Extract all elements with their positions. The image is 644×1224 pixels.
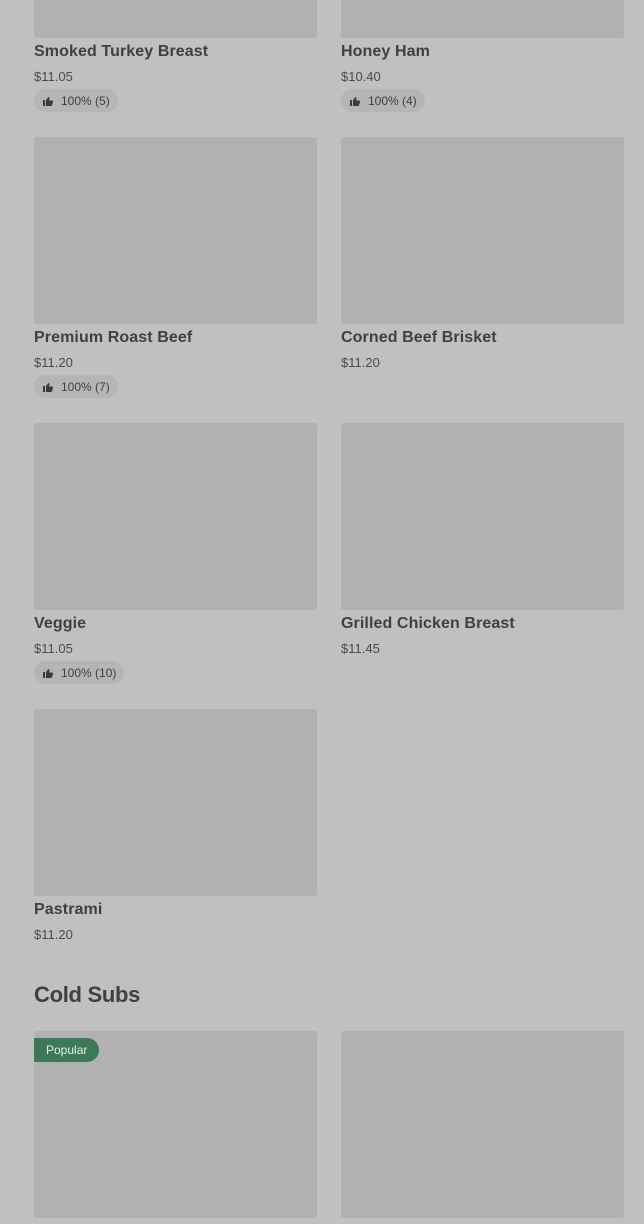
thumbs-up-icon <box>350 96 361 106</box>
menu-item-image[interactable] <box>341 1031 624 1218</box>
menu-item-name: Smoked Turkey Breast <box>34 43 209 60</box>
rating-text: 100% (7) <box>61 379 110 394</box>
menu-item-card[interactable] <box>341 1031 624 1224</box>
menu-item-price: $10.40 <box>341 69 381 84</box>
menu-item-price: $11.20 <box>34 355 73 370</box>
popular-badge: Popular <box>34 1038 100 1062</box>
menu-item-name: Premium Roast Beef <box>34 329 193 346</box>
rating-pill: 100% (10) <box>34 661 125 684</box>
menu-item-price: $11.20 <box>341 355 380 370</box>
menu-item-name: Veggie <box>34 615 87 632</box>
rating-text: 100% (10) <box>61 665 117 680</box>
thumbs-up-icon <box>43 96 54 106</box>
menu-item-image[interactable] <box>34 137 317 324</box>
rating-text: 100% (4) <box>368 93 417 108</box>
menu-item-card[interactable]: Smoked Turkey Breast $11.05 100% (5) <box>34 0 317 116</box>
menu-item-image[interactable] <box>341 423 624 610</box>
menu-item-card[interactable]: Corned Beef Brisket $11.20 <box>341 137 624 377</box>
menu-item-image[interactable] <box>341 0 624 38</box>
rating-text: 100% (5) <box>61 93 110 108</box>
menu-item-price: $11.20 <box>34 927 73 942</box>
menu-item-card[interactable]: Veggie $11.05 100% (10) <box>34 423 317 688</box>
menu-item-price: $11.45 <box>341 641 380 656</box>
menu-item-price: $11.05 <box>34 69 73 84</box>
menu-item-image[interactable] <box>341 137 624 324</box>
thumbs-up-icon <box>43 382 54 392</box>
menu-item-name: Grilled Chicken Breast <box>341 615 515 632</box>
menu-item-image[interactable] <box>34 423 317 610</box>
thumbs-up-icon <box>43 668 54 678</box>
menu-item-card[interactable]: Popular <box>34 1031 317 1224</box>
section-title: Cold Subs <box>34 982 141 1007</box>
menu-item-image[interactable] <box>34 709 317 896</box>
menu-item-image[interactable] <box>34 0 317 38</box>
menu-item-price: $11.05 <box>34 641 73 656</box>
menu-item-name: Corned Beef Brisket <box>341 329 497 346</box>
menu-item-card[interactable]: Grilled Chicken Breast $11.45 <box>341 423 624 663</box>
menu-item-card[interactable]: Premium Roast Beef $11.20 100% (7) <box>34 137 317 402</box>
rating-pill: 100% (7) <box>34 375 118 398</box>
menu-item-card[interactable]: Honey Ham $10.40 100% (4) <box>341 0 624 116</box>
menu-item-card[interactable]: Pastrami $11.20 <box>34 709 317 949</box>
rating-pill: 100% (5) <box>34 89 118 112</box>
menu-item-name: Pastrami <box>34 901 103 918</box>
rating-pill: 100% (4) <box>341 89 425 112</box>
menu-item-name: Honey Ham <box>341 43 430 60</box>
